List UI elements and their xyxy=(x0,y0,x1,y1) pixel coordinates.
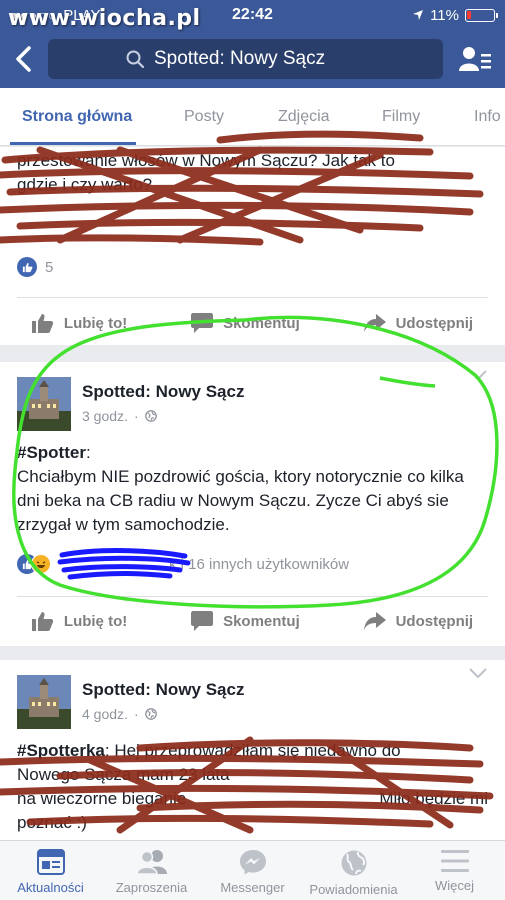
divider xyxy=(17,297,488,298)
page-avatar[interactable] xyxy=(17,377,71,431)
globe-privacy-icon xyxy=(144,410,157,422)
comment-button[interactable]: Skomentuj xyxy=(191,313,300,333)
post-1-actions: Lubię to! Skomentuj Udostępnij xyxy=(0,299,505,347)
tab-label: Aktualności xyxy=(17,880,84,895)
menu-icon xyxy=(440,850,469,872)
thumbs-up-icon xyxy=(31,612,54,631)
share-icon xyxy=(363,612,386,630)
post-3-line: Miło będzie mi xyxy=(379,789,488,808)
post-2-text-colon: : xyxy=(85,443,91,462)
post-1-line xyxy=(17,197,488,221)
tab-label: Zaproszenia xyxy=(115,880,188,895)
post-1-reactions[interactable]: 5 xyxy=(0,257,70,277)
share-button[interactable]: Udostępnij xyxy=(363,314,474,332)
tab-info[interactable]: Info xyxy=(474,108,501,126)
share-button[interactable]: Udostępnij xyxy=(363,612,474,630)
tab-posts[interactable]: Posty xyxy=(184,108,224,126)
post-author[interactable]: Spotted: Nowy Sącz xyxy=(82,680,244,700)
post-2-actions: Lubię to! Skomentuj Udostępnij xyxy=(0,597,505,645)
post-3-header: Spotted: Nowy Sącz 4 godz. · xyxy=(0,660,505,729)
page-tabs: Strona główna Posty Zdjęcia Filmy Info xyxy=(0,88,505,146)
like-button[interactable]: Lubię to! xyxy=(31,611,128,631)
globe-icon xyxy=(341,850,366,876)
watermark: www.wiocha.pl xyxy=(8,6,201,31)
post-3-text: #Spotterka: Hej przeprowadziłam się nied… xyxy=(0,739,505,835)
reactions-text: k i 16 innych użytkowników xyxy=(169,555,350,573)
comment-icon xyxy=(191,611,214,631)
post-3-line: : Hej przeprowadziłam się niedawno do xyxy=(104,741,401,760)
bottom-tab-bar: Aktualności Zaproszenia Messenger Powiad… xyxy=(0,840,505,900)
tab-label: Więcej xyxy=(434,878,474,893)
post-card-2: Spotted: Nowy Sącz 3 godz. · #Spotter: C… xyxy=(0,362,505,646)
search-icon xyxy=(126,50,144,68)
like-label: Lubię to! xyxy=(63,314,128,332)
page-avatar[interactable] xyxy=(17,675,71,729)
comment-button[interactable]: Skomentuj xyxy=(191,611,300,631)
share-label: Udostępnij xyxy=(395,612,474,630)
post-time[interactable]: 3 godz. xyxy=(82,408,128,424)
hashtag[interactable]: #Spotterka xyxy=(17,741,105,760)
friend-requests-icon xyxy=(135,850,167,875)
comment-label: Skomentuj xyxy=(223,314,300,332)
tab-more[interactable]: Więcej xyxy=(404,841,505,900)
post-time[interactable]: 4 godz. xyxy=(82,706,128,722)
post-3-line: na wieczorne bieganie xyxy=(17,789,187,808)
messenger-icon xyxy=(239,850,266,875)
separator-dot: · xyxy=(133,706,139,722)
like-reaction-icon xyxy=(17,257,37,277)
app-header: ●●●○○ PLAY 22:42 11% www.wiocha.pl Spott… xyxy=(0,0,505,88)
post-2-header: Spotted: Nowy Sącz 3 godz. · xyxy=(0,362,505,431)
tab-label: Messenger xyxy=(220,880,285,895)
tab-videos[interactable]: Filmy xyxy=(382,108,420,126)
separator-dot: · xyxy=(133,408,139,424)
thumbs-up-icon xyxy=(31,314,54,333)
post-card-1: przestowanie włosów w Nowym Sączu? Jak t… xyxy=(0,147,505,345)
share-label: Udostępnij xyxy=(395,314,474,332)
battery-icon xyxy=(465,8,498,22)
post-1-text: przestowanie włosów w Nowym Sączu? Jak t… xyxy=(0,147,505,245)
like-count: 5 xyxy=(45,258,54,276)
tab-news-feed[interactable]: Aktualności xyxy=(0,841,101,900)
post-2-body: Chciałbym NIE pozdrowić gościa, ktory no… xyxy=(17,467,464,534)
back-button[interactable] xyxy=(10,39,36,79)
post-card-3: Spotted: Nowy Sącz 4 godz. · #Spotterka:… xyxy=(0,660,505,840)
tab-notifications[interactable]: Powiadomienia xyxy=(303,841,404,900)
comment-label: Skomentuj xyxy=(223,612,300,630)
chevron-down-icon[interactable] xyxy=(469,668,487,679)
like-button[interactable]: Lubię to! xyxy=(31,313,128,333)
post-author[interactable]: Spotted: Nowy Sącz xyxy=(82,382,244,402)
like-label: Lubię to! xyxy=(63,612,128,630)
comment-icon xyxy=(191,313,214,333)
post-3-line: poznać :) xyxy=(17,813,87,832)
chevron-down-icon[interactable] xyxy=(469,370,487,381)
back-arrow-icon xyxy=(16,46,31,72)
post-1-line: przestowanie włosów w Nowym Sączu? Jak t… xyxy=(17,151,395,170)
tab-messenger[interactable]: Messenger xyxy=(202,841,303,900)
post-2-text: #Spotter: Chciałbym NIE pozdrowić gościa… xyxy=(0,441,505,537)
globe-privacy-icon xyxy=(144,708,157,720)
profile-list-icon xyxy=(459,47,491,71)
search-input[interactable]: Spotted: Nowy Sącz xyxy=(48,39,443,79)
tab-friend-requests[interactable]: Zaproszenia xyxy=(101,841,202,900)
post-2-reactions[interactable]: k i 16 innych użytkowników xyxy=(0,554,366,574)
tab-photos[interactable]: Zdjęcia xyxy=(278,108,330,126)
hashtag[interactable]: #Spotter xyxy=(17,443,86,462)
tab-home[interactable]: Strona główna xyxy=(22,108,132,126)
post-3-line: Nowego Sącza mam 23 lata xyxy=(17,765,230,784)
haha-reaction-icon xyxy=(31,554,51,574)
tab-label: Powiadomienia xyxy=(309,882,398,897)
active-tab-indicator xyxy=(10,142,136,145)
post-1-line xyxy=(17,221,488,245)
profile-list-button[interactable] xyxy=(455,46,495,72)
search-text: Spotted: Nowy Sącz xyxy=(154,48,326,69)
post-1-line: gdzie i czy warto? xyxy=(17,175,153,194)
news-feed-icon xyxy=(36,849,65,875)
share-icon xyxy=(363,314,386,332)
